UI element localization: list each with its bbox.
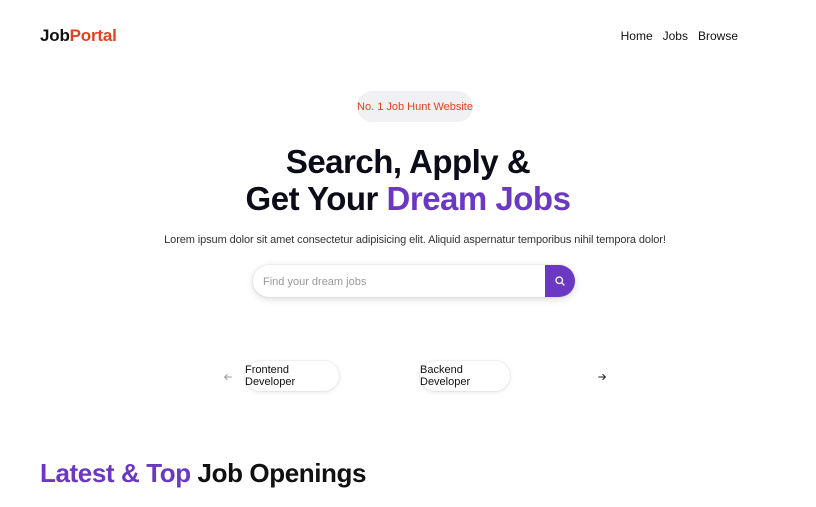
search-input[interactable] <box>261 265 547 299</box>
nav-link-home[interactable]: Home <box>621 29 653 43</box>
latest-jobs-title: Latest & Top Job Openings <box>40 458 366 489</box>
latest-jobs-title-rest: Job Openings <box>190 458 367 488</box>
logo-accent: Portal <box>69 26 117 45</box>
latest-jobs-title-accent: Latest & Top <box>40 458 191 488</box>
hero-subtitle: Lorem ipsum dolor sit amet consectetur a… <box>164 234 666 246</box>
arrow-right-icon <box>598 374 606 380</box>
search-icon <box>555 276 565 286</box>
navbar: JobPortal Home Jobs Browse <box>0 0 816 70</box>
category-chip-backend[interactable]: Backend Developer <box>420 361 510 391</box>
hero-badge: No. 1 Job Hunt Website <box>357 91 473 122</box>
headline-prefix: Get Your <box>245 180 387 217</box>
category-chip-frontend[interactable]: Frontend Developer <box>245 361 339 391</box>
logo[interactable]: JobPortal <box>40 26 117 46</box>
nav-links: Home Jobs Browse <box>621 29 738 43</box>
hero-headline-line1: Search, Apply & <box>285 143 531 180</box>
nav-link-browse[interactable]: Browse <box>698 29 738 43</box>
hero-headline-line2: Get Your Dream Jobs <box>0 180 816 218</box>
carousel-prev-button[interactable] <box>217 366 239 388</box>
search-bar <box>253 265 575 299</box>
logo-prefix: Job <box>40 26 70 45</box>
headline-accent: Dream Jobs <box>386 180 571 217</box>
arrow-left-icon <box>224 374 232 380</box>
nav-link-jobs[interactable]: Jobs <box>663 29 688 43</box>
carousel-next-button[interactable] <box>591 366 613 388</box>
search-button[interactable] <box>545 265 575 297</box>
